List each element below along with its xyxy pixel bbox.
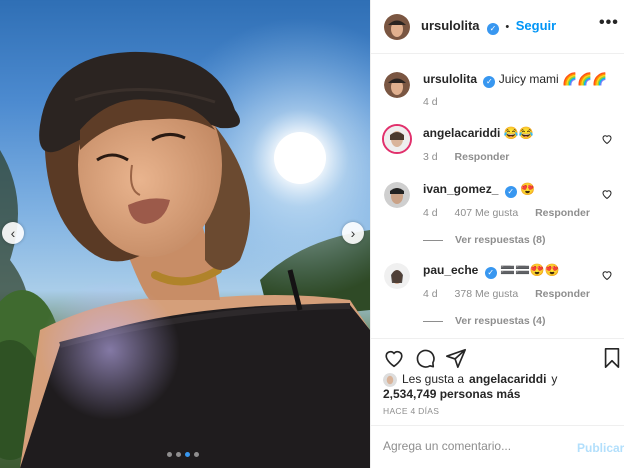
replies-divider (423, 320, 443, 322)
comment-like-count[interactable]: 407 Me gusta (455, 207, 519, 219)
comment-text: 🟰🟰😍😍 (500, 263, 560, 277)
verified-badge-icon: ✓ (483, 76, 496, 88)
like-comment-heart-icon[interactable] (601, 269, 613, 281)
liker-avatar[interactable] (383, 372, 397, 387)
comment-age: 4 d (423, 207, 438, 219)
replies-divider (423, 239, 443, 241)
comment-age: 3 d (423, 151, 438, 163)
comment-like-count[interactable]: 378 Me gusta (455, 288, 519, 300)
post-timestamp: HACE 4 DÍAS (383, 406, 440, 416)
comment-bubble-icon[interactable] (414, 347, 436, 369)
comment-avatar[interactable] (382, 124, 412, 154)
comment-text: 😍 (520, 182, 536, 196)
carousel-dot (194, 452, 199, 457)
comment-avatar[interactable] (384, 263, 410, 289)
reply-button[interactable]: Responder (535, 288, 590, 300)
verified-badge-icon: ✓ (486, 23, 499, 35)
like-comment-heart-icon[interactable] (601, 133, 613, 145)
author-avatar[interactable] (384, 14, 410, 40)
comment-username[interactable]: angelacariddi (423, 126, 500, 140)
reply-button[interactable]: Responder (535, 207, 590, 219)
like-comment-heart-icon[interactable] (601, 188, 613, 200)
selfie-illustration (0, 18, 370, 468)
caption-username[interactable]: ursulolita (423, 72, 477, 86)
view-replies-button[interactable]: Ver respuestas (8) (423, 234, 545, 246)
share-paper-plane-icon[interactable] (445, 347, 467, 369)
likes-prefix: Les gusta a (402, 372, 465, 386)
view-replies-label: Ver respuestas (8) (455, 234, 546, 246)
comment-text: 😂😂 (503, 126, 534, 140)
caption: ursulolita ✓ Juicy mami 🌈🌈🌈 4 d (371, 64, 624, 112)
view-replies-label: Ver respuestas (4) (455, 315, 546, 327)
carousel-dot (167, 452, 172, 457)
carousel-indicator (167, 452, 199, 457)
more-options-icon[interactable]: ••• (599, 14, 619, 32)
comment-username[interactable]: pau_eche (423, 263, 478, 277)
carousel-dot (176, 452, 181, 457)
carousel-dot-active (185, 452, 190, 457)
post-actions-bar (371, 338, 624, 374)
caption-text: Juicy mami (498, 72, 559, 86)
liker-username[interactable]: angelacariddi (469, 372, 546, 387)
add-comment-input[interactable] (383, 439, 563, 453)
comment-item: ivan_gomez_ ✓ 😍 4 d 407 Me gusta Respond… (371, 178, 624, 248)
reply-button[interactable]: Responder (455, 151, 510, 163)
comment-avatar[interactable] (384, 182, 410, 208)
post-header: ursulolita ✓ • Seguir ••• (371, 0, 624, 54)
follow-button[interactable]: Seguir (516, 18, 556, 33)
post-photo: ‹ › (0, 0, 370, 468)
comment-composer: Publicar (371, 425, 624, 468)
caption-meta: 4 d (423, 96, 452, 108)
likes-connector: y (551, 372, 558, 386)
view-replies-button[interactable]: Ver respuestas (4) (423, 315, 545, 327)
comment-username[interactable]: ivan_gomez_ (423, 182, 498, 196)
like-heart-icon[interactable] (383, 347, 405, 369)
carousel-prev-button[interactable]: ‹ (2, 222, 24, 244)
caption-age: 4 d (423, 96, 438, 108)
header-separator: • (505, 21, 510, 33)
verified-badge-icon: ✓ (484, 267, 497, 279)
save-bookmark-icon[interactable] (601, 347, 623, 369)
caption-avatar[interactable] (384, 72, 410, 98)
comment-age: 4 d (423, 288, 438, 300)
likes-count[interactable]: 2,534,749 personas más (383, 387, 520, 401)
comment-item: pau_eche ✓ 🟰🟰😍😍 4 d 378 Me gusta Respond… (371, 259, 624, 329)
verified-badge-icon: ✓ (504, 186, 517, 198)
publish-button[interactable]: Publicar (577, 441, 624, 455)
likes-summary: Les gusta a angelacariddi y 2,534,749 pe… (383, 372, 557, 402)
carousel-next-button[interactable]: › (342, 222, 364, 244)
caption-emoji: 🌈🌈🌈 (562, 72, 607, 86)
post-side-panel: ursulolita ✓ • Seguir ••• ursulolita ✓ J… (370, 0, 624, 468)
author-username[interactable]: ursulolita (421, 18, 480, 33)
comment-item: angelacariddi 😂😂 3 d Responder (371, 122, 624, 168)
